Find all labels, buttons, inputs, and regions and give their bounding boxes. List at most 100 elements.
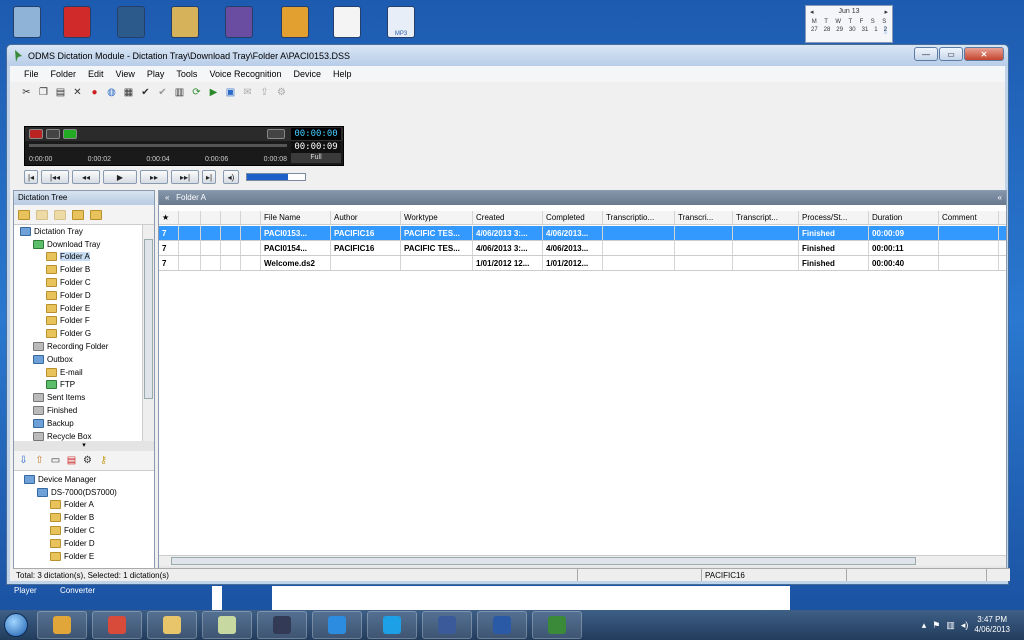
- download-icon[interactable]: ⇩: [17, 454, 30, 467]
- close-button[interactable]: ✕: [964, 47, 1004, 61]
- menu-file[interactable]: File: [18, 69, 45, 79]
- menu-edit[interactable]: Edit: [82, 69, 110, 79]
- speaker-icon[interactable]: ◂): [223, 170, 239, 184]
- menu-tools[interactable]: Tools: [170, 69, 203, 79]
- mp3-file-icon[interactable]: MP3: [384, 4, 418, 40]
- tree-item-folder-f[interactable]: Folder F: [14, 315, 142, 328]
- email-icon[interactable]: ✉: [241, 86, 254, 99]
- tree-item-dictation-tray[interactable]: Dictation Tray: [14, 225, 142, 238]
- cut-icon[interactable]: ✂: [20, 86, 33, 99]
- folder-icon[interactable]: [36, 209, 48, 220]
- record-icon[interactable]: ●: [88, 86, 101, 99]
- calendar-day[interactable]: 31: [862, 26, 869, 34]
- next-month-icon[interactable]: ▸: [884, 8, 888, 16]
- tree-item-folder-e[interactable]: Folder E: [14, 302, 142, 315]
- folder-icon[interactable]: [90, 209, 102, 220]
- menu-help[interactable]: Help: [327, 69, 358, 79]
- prev-month-icon[interactable]: ◂: [810, 8, 814, 16]
- tree-item-device-manager[interactable]: Device Manager: [18, 473, 148, 486]
- desktop-label-converter[interactable]: Converter: [60, 586, 95, 595]
- tree-item-recording-folder[interactable]: Recording Folder: [14, 340, 142, 353]
- maximize-button[interactable]: ▭: [939, 47, 963, 61]
- go-start-button[interactable]: |◂: [24, 170, 38, 184]
- tree-item-sent-items[interactable]: Sent Items: [14, 391, 142, 404]
- new-folder-icon[interactable]: [18, 209, 30, 220]
- calendar-day[interactable]: 1: [874, 26, 877, 34]
- column-header[interactable]: Duration: [869, 211, 939, 224]
- check-icon[interactable]: ✔: [139, 86, 152, 99]
- calendar-gadget[interactable]: ◂ Jun 13 ▸ MTWTFSS 27 28 29 30 31 1 2: [805, 5, 893, 43]
- tree-scrollbar[interactable]: [142, 225, 154, 441]
- skype-taskbar-button[interactable]: [367, 611, 417, 639]
- fast-forward-button[interactable]: ▸▸: [140, 170, 168, 184]
- settings-icon[interactable]: ⚙: [275, 86, 288, 99]
- refresh-icon[interactable]: ⟳: [190, 86, 203, 99]
- eye-icon[interactable]: [46, 129, 60, 139]
- transfer-app-icon[interactable]: [114, 4, 148, 40]
- monitor-icon[interactable]: ▣: [224, 86, 237, 99]
- tree-item-folder-d[interactable]: Folder D: [18, 537, 148, 550]
- title-bar[interactable]: ODMS Dictation Module - Dictation Tray\D…: [7, 45, 1008, 66]
- collapse-right-icon[interactable]: «: [998, 191, 1002, 205]
- pen-app-taskbar-button[interactable]: [257, 611, 307, 639]
- tree-item-ds-7000-ds7000-[interactable]: DS-7000(DS7000): [18, 486, 148, 499]
- calendar-day[interactable]: 28: [824, 26, 831, 34]
- network-icon[interactable]: ▥: [946, 620, 955, 631]
- document-icon[interactable]: [330, 4, 364, 40]
- tree-item-folder-g[interactable]: Folder G: [14, 327, 142, 340]
- ftp-icon[interactable]: ⇪: [258, 86, 271, 99]
- send-icon[interactable]: ▶: [207, 86, 220, 99]
- column-header[interactable]: ★: [159, 211, 179, 224]
- table-row[interactable]: 7 Welcome.ds2 1/01/2012 12... 1/01/2012... F…: [159, 256, 1006, 271]
- column-header[interactable]: Comment: [939, 211, 999, 224]
- installer-box-icon[interactable]: [168, 4, 202, 40]
- device-settings-icon[interactable]: ⚙: [81, 454, 94, 467]
- odms-taskbar-button[interactable]: [532, 611, 582, 639]
- horizontal-scrollbar[interactable]: [159, 555, 1006, 566]
- panel-splitter[interactable]: ▾: [14, 441, 154, 451]
- clock[interactable]: 3:47 PM 4/06/2013: [974, 615, 1010, 635]
- tree-item-backup[interactable]: Backup: [14, 417, 142, 430]
- column-header[interactable]: Transcri...: [675, 211, 733, 224]
- explorer-taskbar-button[interactable]: [147, 611, 197, 639]
- paste-icon[interactable]: ▤: [54, 86, 67, 99]
- tree-item-folder-d[interactable]: Folder D: [14, 289, 142, 302]
- rewind-button[interactable]: ◂◂: [72, 170, 100, 184]
- recycle-bin-icon[interactable]: [10, 4, 44, 40]
- priority-icon[interactable]: [29, 129, 43, 139]
- tree-item-e-mail[interactable]: E-mail: [14, 366, 142, 379]
- playback-position-bar[interactable]: [29, 144, 287, 147]
- properties-icon[interactable]: ▦: [122, 86, 135, 99]
- tree-item-folder-c[interactable]: Folder C: [14, 276, 142, 289]
- tree-item-recycle-box[interactable]: Recycle Box: [14, 430, 142, 441]
- column-header[interactable]: [179, 211, 201, 224]
- table-row[interactable]: 7 PACI0153... PACIFIC16 PACIFIC TES... 4/06/…: [159, 226, 1006, 241]
- status-icon[interactable]: [63, 129, 77, 139]
- tree-item-download-tray[interactable]: Download Tray: [14, 238, 142, 251]
- tree-item-outbox[interactable]: Outbox: [14, 353, 142, 366]
- ie-taskbar-button[interactable]: [312, 611, 362, 639]
- copy-icon[interactable]: ❐: [37, 86, 50, 99]
- flag-icon[interactable]: ⚑: [932, 620, 940, 631]
- go-end-button[interactable]: ▸|: [202, 170, 216, 184]
- volume-slider[interactable]: [246, 173, 306, 181]
- calendar-day[interactable]: 27: [811, 26, 818, 34]
- folder-icon[interactable]: [54, 209, 66, 220]
- delete-icon[interactable]: ✕: [71, 86, 84, 99]
- column-header[interactable]: [221, 211, 241, 224]
- desktop-label-player[interactable]: Player: [14, 586, 37, 595]
- transfer-taskbar-button[interactable]: [422, 611, 472, 639]
- collapse-left-icon[interactable]: «: [165, 193, 169, 202]
- tree-item-folder-b[interactable]: Folder B: [14, 263, 142, 276]
- pencil-app-icon[interactable]: [222, 4, 256, 40]
- column-header[interactable]: File Name: [261, 211, 331, 224]
- tree-item-folder-a[interactable]: Folder A: [18, 499, 148, 512]
- menu-view[interactable]: View: [110, 69, 141, 79]
- tree-item-folder-a[interactable]: Folder A: [14, 251, 142, 264]
- calendar-day[interactable]: 30: [849, 26, 856, 34]
- column-header[interactable]: Completed: [543, 211, 603, 224]
- calendar-day[interactable]: 29: [836, 26, 843, 34]
- upload-icon[interactable]: ⇧: [33, 454, 46, 467]
- start-button[interactable]: [0, 610, 32, 640]
- column-header[interactable]: Transcriptio...: [603, 211, 675, 224]
